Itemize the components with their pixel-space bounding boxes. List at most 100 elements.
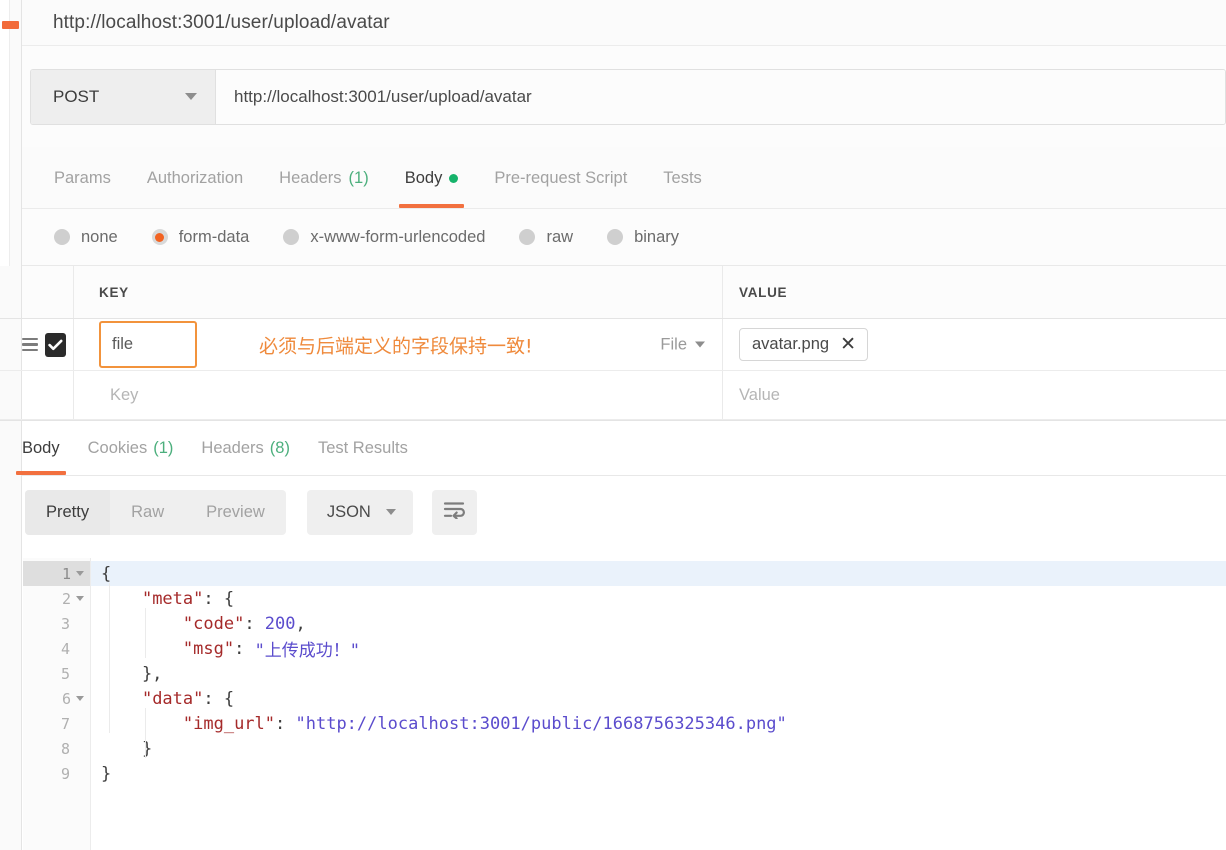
body-type-raw[interactable]: raw [507, 228, 585, 247]
value-placeholder: Value [739, 385, 780, 404]
code-line: "meta": { [91, 586, 1226, 611]
response-body-viewer: 123456789 { "meta": { "code": 200, "msg"… [0, 548, 1226, 850]
code-token-punct: : [275, 713, 296, 734]
close-icon[interactable]: ✕ [840, 335, 856, 354]
table-header-value-cell: VALUE [723, 266, 1226, 318]
postman-window: http://localhost:3001/user/upload/avatar… [0, 0, 1226, 850]
body-type-form-data[interactable]: form-data [140, 228, 262, 247]
radio-label: binary [634, 227, 680, 246]
code-token-punct [101, 639, 183, 659]
drag-handle-icon[interactable] [22, 337, 39, 352]
response-format-label: JSON [326, 502, 371, 521]
view-mode-pretty[interactable]: Pretty [25, 489, 111, 535]
response-tabs: Body Cookies (1) Headers (8) Test Results [0, 420, 1226, 477]
row-enabled-checkbox[interactable] [45, 332, 66, 357]
code-token-punct [101, 689, 142, 709]
row-value-cell: avatar.png ✕ [723, 319, 1226, 370]
tab-label: Headers [201, 438, 264, 457]
view-mode-raw[interactable]: Raw [110, 490, 185, 535]
request-tab-headers[interactable]: Headers (1) [261, 148, 387, 208]
empty-row-left-gutter [0, 371, 22, 419]
key-input-value: file [112, 335, 134, 353]
code-line: "data": { [91, 686, 1226, 711]
request-tab-params[interactable]: Params [36, 148, 129, 208]
table-header-checkbox-cell [22, 266, 74, 318]
line-number-gutter: 1 2 3 4 5 6 7 8 9 [23, 558, 91, 850]
code-token-punct: , [295, 613, 306, 634]
request-tab-tests[interactable]: Tests [645, 148, 720, 208]
response-format-select[interactable]: JSON [306, 489, 413, 535]
response-tab-headers[interactable]: Headers (8) [187, 421, 304, 475]
code-token-val: "http://localhost:3001/public/1668756325… [295, 713, 787, 734]
line-number-text: 8 [60, 739, 70, 758]
fold-arrow-icon[interactable] [76, 696, 84, 701]
line-number-text: 9 [60, 764, 70, 783]
tab-label: Headers [279, 168, 342, 187]
viewer-left-gutter [0, 548, 22, 850]
code-token-key: "meta" [141, 588, 204, 609]
tab-label: Pre-request Script [494, 168, 628, 187]
word-wrap-icon [443, 500, 466, 524]
table-row: file 必须与后端定义的字段保持一致! File avatar.png ✕ [0, 319, 1226, 371]
request-url-text: http://localhost:3001/user/upload/avatar [234, 86, 532, 106]
code-content[interactable]: { "meta": { "code": 200, "msg": "上传成功！" … [91, 558, 1226, 850]
table-header-key-cell: KEY [74, 266, 723, 318]
tab-label: Cookies [87, 438, 148, 457]
body-type-none[interactable]: none [42, 228, 130, 247]
code-line: } [91, 736, 1226, 761]
code-token-key: "msg" [182, 638, 235, 659]
radio-icon[interactable] [519, 229, 536, 245]
code-token-punct: }, [101, 663, 163, 684]
http-method-label: POST [53, 86, 100, 106]
chevron-down-icon [385, 509, 396, 515]
code-token-key: "data" [141, 688, 204, 709]
response-tab-test-results[interactable]: Test Results [304, 421, 422, 475]
toolbar-left-gutter [0, 476, 22, 548]
active-tab-marker-icon [2, 21, 19, 29]
row-key-cell: file 必须与后端定义的字段保持一致! File [74, 319, 723, 370]
line-number-text: 1 [61, 564, 71, 583]
value-type-select[interactable]: File [660, 335, 705, 354]
radio-label: form-data [178, 227, 250, 246]
request-title-bar: http://localhost:3001/user/upload/avatar [22, 0, 1226, 46]
word-wrap-button[interactable] [431, 489, 477, 535]
file-chip-name: avatar.png [752, 335, 830, 353]
request-tab-authorization[interactable]: Authorization [129, 148, 261, 208]
fold-arrow-icon[interactable] [76, 596, 84, 601]
body-type-x-www-form-urlencoded[interactable]: x-www-form-urlencoded [271, 228, 497, 247]
request-tab-pre-request-script[interactable]: Pre-request Script [476, 148, 645, 208]
empty-row-value-cell[interactable]: Value [723, 371, 1226, 419]
file-chip[interactable]: avatar.png ✕ [739, 328, 868, 361]
empty-row-controls [22, 371, 74, 419]
http-method-select[interactable]: POST [31, 69, 216, 124]
table-left-gutter [0, 266, 22, 318]
view-mode-preview[interactable]: Preview [185, 490, 286, 535]
fold-arrow-icon[interactable] [76, 571, 84, 576]
code-editor[interactable]: 123456789 { "meta": { "code": 200, "msg"… [23, 558, 1226, 850]
body-type-binary[interactable]: binary [595, 228, 691, 247]
code-token-punct: : [244, 613, 265, 634]
radio-icon[interactable] [283, 229, 300, 245]
code-token-punct: : { [203, 688, 235, 709]
radio-icon[interactable] [151, 229, 168, 245]
line-number: 7 [23, 711, 90, 736]
line-number: 4 [23, 636, 90, 661]
empty-row-key-cell[interactable]: Key [74, 371, 723, 419]
code-token-punct: } [101, 763, 112, 784]
response-tab-body[interactable]: Body [8, 421, 74, 475]
radio-icon[interactable] [54, 229, 70, 245]
row-left-gutter [0, 319, 22, 370]
request-tab-body[interactable]: Body [387, 148, 477, 208]
line-number: 2 [23, 586, 90, 611]
tab-count-badge: (1) [153, 438, 174, 457]
request-url-input[interactable]: http://localhost:3001/user/upload/avatar [216, 69, 1225, 124]
key-input[interactable]: file [99, 321, 197, 368]
chevron-down-icon [185, 93, 197, 100]
code-line: "img_url": "http://localhost:3001/public… [91, 711, 1226, 736]
tab-label: Authorization [146, 168, 244, 187]
code-token-punct [101, 614, 183, 634]
response-tab-cookies[interactable]: Cookies (1) [74, 421, 188, 475]
annotation-text: 必须与后端定义的字段保持一致! [259, 335, 533, 357]
radio-icon[interactable] [607, 229, 624, 245]
line-number-text: 4 [60, 639, 70, 658]
